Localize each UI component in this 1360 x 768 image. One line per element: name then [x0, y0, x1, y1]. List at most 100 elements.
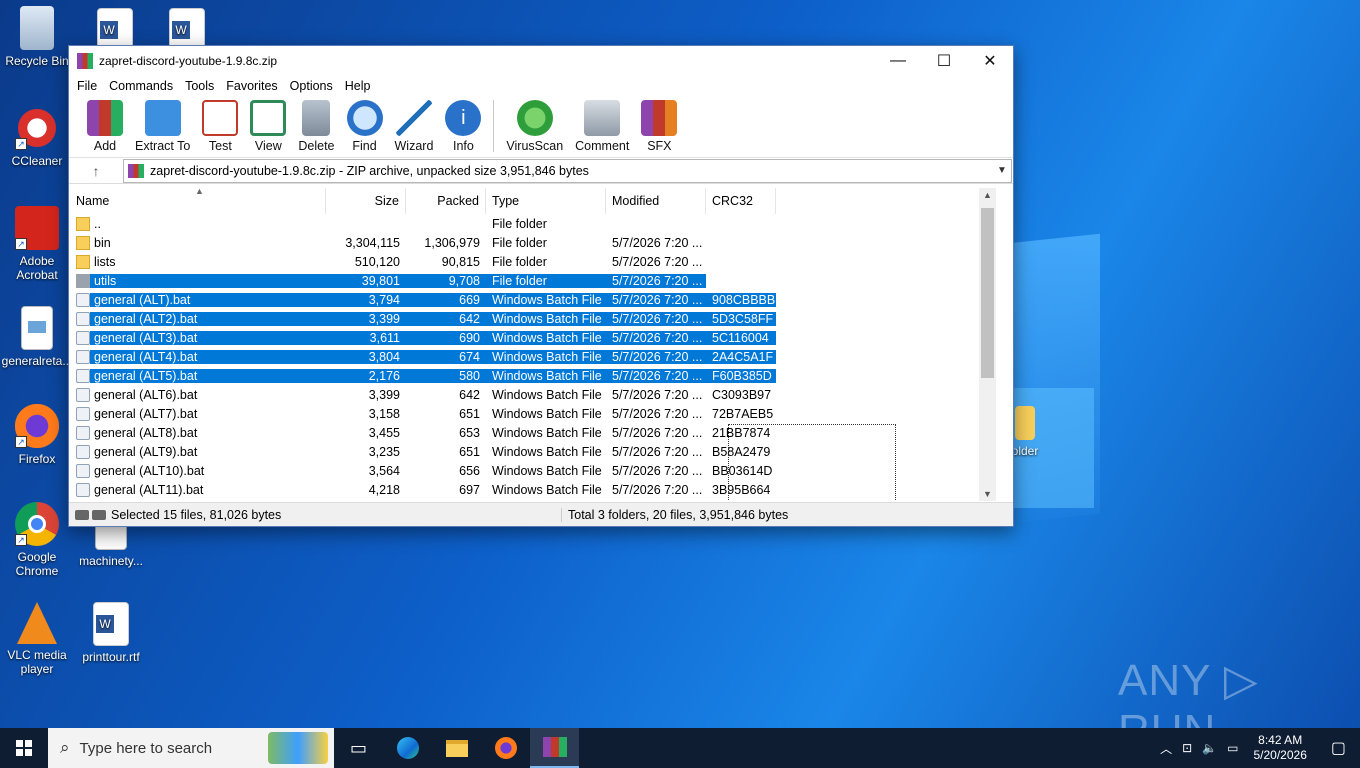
delete-button[interactable]: Delete: [292, 96, 340, 153]
cell-crc: 2A4C5A1F: [706, 349, 776, 364]
info-button[interactable]: i Info: [439, 96, 487, 153]
folder-icon: [76, 273, 90, 288]
file-row[interactable]: lists 510,120 90,815 File folder 5/7/2026 7:…: [70, 252, 996, 271]
file-row[interactable]: general (ALT8).bat 3,455 653 Windows Batch …: [70, 423, 996, 442]
up-arrow-icon[interactable]: ↑: [69, 163, 123, 179]
trash-icon: [302, 100, 331, 136]
desktop-icon-ccleaner[interactable]: ↗ CCleaner: [0, 106, 74, 168]
view-button[interactable]: View: [244, 96, 292, 153]
firefox-icon[interactable]: [481, 728, 530, 768]
file-row[interactable]: general (ALT7).bat 3,158 651 Windows Batch …: [70, 404, 996, 423]
cell-type: File folder: [492, 254, 547, 269]
clock[interactable]: 8:42 AM 5/20/2026: [1243, 733, 1316, 763]
desktop-icon-firefox[interactable]: ↗ Firefox: [0, 404, 74, 466]
file-row[interactable]: general (ALT4).bat 3,804 674 Windows Batch …: [70, 347, 996, 366]
extract-to-button[interactable]: Extract To: [129, 96, 196, 153]
cell-packed: 1,306,979: [424, 235, 480, 250]
desktop-icon-google-chrome[interactable]: ↗ Google Chrome: [0, 502, 74, 578]
file-row[interactable]: general (ALT).bat 3,794 669 Windows Batch F…: [70, 290, 996, 309]
cell-modified: 5/7/2026 7:20 ...: [606, 368, 706, 383]
menu-tools[interactable]: Tools: [179, 79, 220, 93]
file-row[interactable]: .. File folder: [70, 214, 996, 233]
cell-type: Windows Batch File: [486, 330, 606, 345]
cell-type: Windows Batch File: [492, 425, 602, 440]
display-icon[interactable]: ▭: [1222, 741, 1243, 755]
menu-commands[interactable]: Commands: [103, 79, 179, 93]
menu-options[interactable]: Options: [284, 79, 339, 93]
menu-favorites[interactable]: Favorites: [220, 79, 283, 93]
column-size[interactable]: Size: [326, 188, 406, 214]
scrollbar-thumb[interactable]: [981, 208, 994, 378]
add-archive-icon: [87, 100, 123, 136]
virusscan-button[interactable]: VirusScan: [500, 96, 569, 153]
vertical-scrollbar[interactable]: ▲ ▼: [979, 188, 996, 501]
add-button[interactable]: Add: [81, 96, 129, 153]
edge-icon[interactable]: [383, 728, 432, 768]
file-rows: .. File folder bin 3,304,115 1,306,979 File f…: [70, 214, 996, 499]
cell-modified: 5/7/2026 7:20 ...: [612, 482, 703, 497]
comment-button[interactable]: Comment: [569, 96, 635, 153]
scroll-up-icon[interactable]: ▲: [979, 190, 996, 200]
file-row[interactable]: bin 3,304,115 1,306,979 File folder 5/7/2026…: [70, 233, 996, 252]
cell-crc: 5D3C58FF: [706, 311, 776, 326]
task-view-icon[interactable]: ▭: [334, 728, 383, 768]
desktop-icon-generalreta[interactable]: generalreta...: [0, 306, 74, 368]
cell-packed: 90,815: [441, 254, 480, 269]
batch-file-icon: [76, 444, 90, 459]
title-bar[interactable]: zapret-discord-youtube-1.9.8c.zip — ☐ ✕: [69, 46, 1013, 76]
cell-modified: 5/7/2026 7:20 ...: [612, 444, 703, 459]
file-row[interactable]: general (ALT11).bat 4,218 697 Windows Batch…: [70, 480, 996, 499]
file-explorer-icon[interactable]: [432, 728, 481, 768]
network-icon[interactable]: ⊡: [1177, 741, 1197, 755]
wand-icon: [395, 100, 432, 136]
column-modified[interactable]: Modified: [606, 188, 706, 214]
cell-packed: 642: [459, 387, 480, 402]
winrar-icon[interactable]: [530, 728, 579, 768]
cell-crc: 72B7AEB5: [712, 406, 774, 421]
file-row[interactable]: general (ALT9).bat 3,235 651 Windows Batch …: [70, 442, 996, 461]
test-button[interactable]: Test: [196, 96, 244, 153]
file-row[interactable]: general (ALT2).bat 3,399 642 Windows Batch …: [70, 309, 996, 328]
chevron-down-icon[interactable]: ▼: [993, 165, 1011, 176]
file-row[interactable]: general (ALT6).bat 3,399 642 Windows Batch …: [70, 385, 996, 404]
batch-file-icon: [76, 463, 90, 478]
desktop-icon-printtour[interactable]: W printtour.rtf: [74, 602, 148, 664]
info-icon: i: [445, 100, 482, 136]
cell-type: File folder: [492, 235, 547, 250]
cell-size: 3,611: [326, 330, 406, 345]
file-list[interactable]: ▲ Name Size Packed Type Modified CRC32 .…: [70, 188, 996, 501]
find-button[interactable]: Find: [341, 96, 389, 153]
close-button[interactable]: ✕: [967, 46, 1013, 76]
column-type[interactable]: Type: [486, 188, 606, 214]
address-field[interactable]: zapret-discord-youtube-1.9.8c.zip - ZIP …: [123, 158, 1012, 183]
clock-time: 8:42 AM: [1258, 733, 1303, 747]
volume-icon[interactable]: 🔈: [1197, 741, 1222, 755]
file-row[interactable]: general (ALT10).bat 3,564 656 Windows Batch…: [70, 461, 996, 480]
menu-file[interactable]: File: [71, 79, 103, 93]
file-row[interactable]: utils 39,801 9,708 File folder 5/7/2026 7:20…: [70, 271, 996, 290]
cell-modified: 5/7/2026 7:20 ...: [606, 330, 706, 345]
minimize-button[interactable]: —: [875, 46, 921, 76]
menu-help[interactable]: Help: [339, 79, 377, 93]
cell-packed: 580: [406, 368, 486, 383]
extract-folder-icon: [144, 100, 181, 136]
taskbar-search[interactable]: ⌕ Type here to search: [48, 728, 334, 768]
cell-type: Windows Batch File: [486, 368, 606, 383]
desktop-icon-recycle-bin[interactable]: Recycle Bin: [0, 6, 74, 68]
wizard-button[interactable]: Wizard: [389, 96, 440, 153]
notifications-icon[interactable]: ▢: [1317, 738, 1360, 758]
column-packed[interactable]: Packed: [406, 188, 486, 214]
desktop-icon-adobe-acrobat[interactable]: ↗ Adobe Acrobat: [0, 206, 74, 282]
start-button[interactable]: [0, 728, 48, 768]
sfx-button[interactable]: SFX: [635, 96, 683, 153]
key-icon[interactable]: [92, 509, 106, 520]
file-row[interactable]: general (ALT3).bat 3,611 690 Windows Batch …: [70, 328, 996, 347]
cell-modified: 5/7/2026 7:20 ...: [612, 425, 703, 440]
maximize-button[interactable]: ☐: [921, 46, 967, 76]
chevron-up-icon[interactable]: ︿: [1155, 740, 1177, 757]
file-row[interactable]: general (ALT5).bat 2,176 580 Windows Batch …: [70, 366, 996, 385]
scroll-down-icon[interactable]: ▼: [979, 489, 996, 499]
cell-type: Windows Batch File: [492, 387, 602, 402]
desktop-icon-vlc[interactable]: VLC media player: [0, 602, 74, 676]
column-crc32[interactable]: CRC32: [706, 188, 776, 214]
